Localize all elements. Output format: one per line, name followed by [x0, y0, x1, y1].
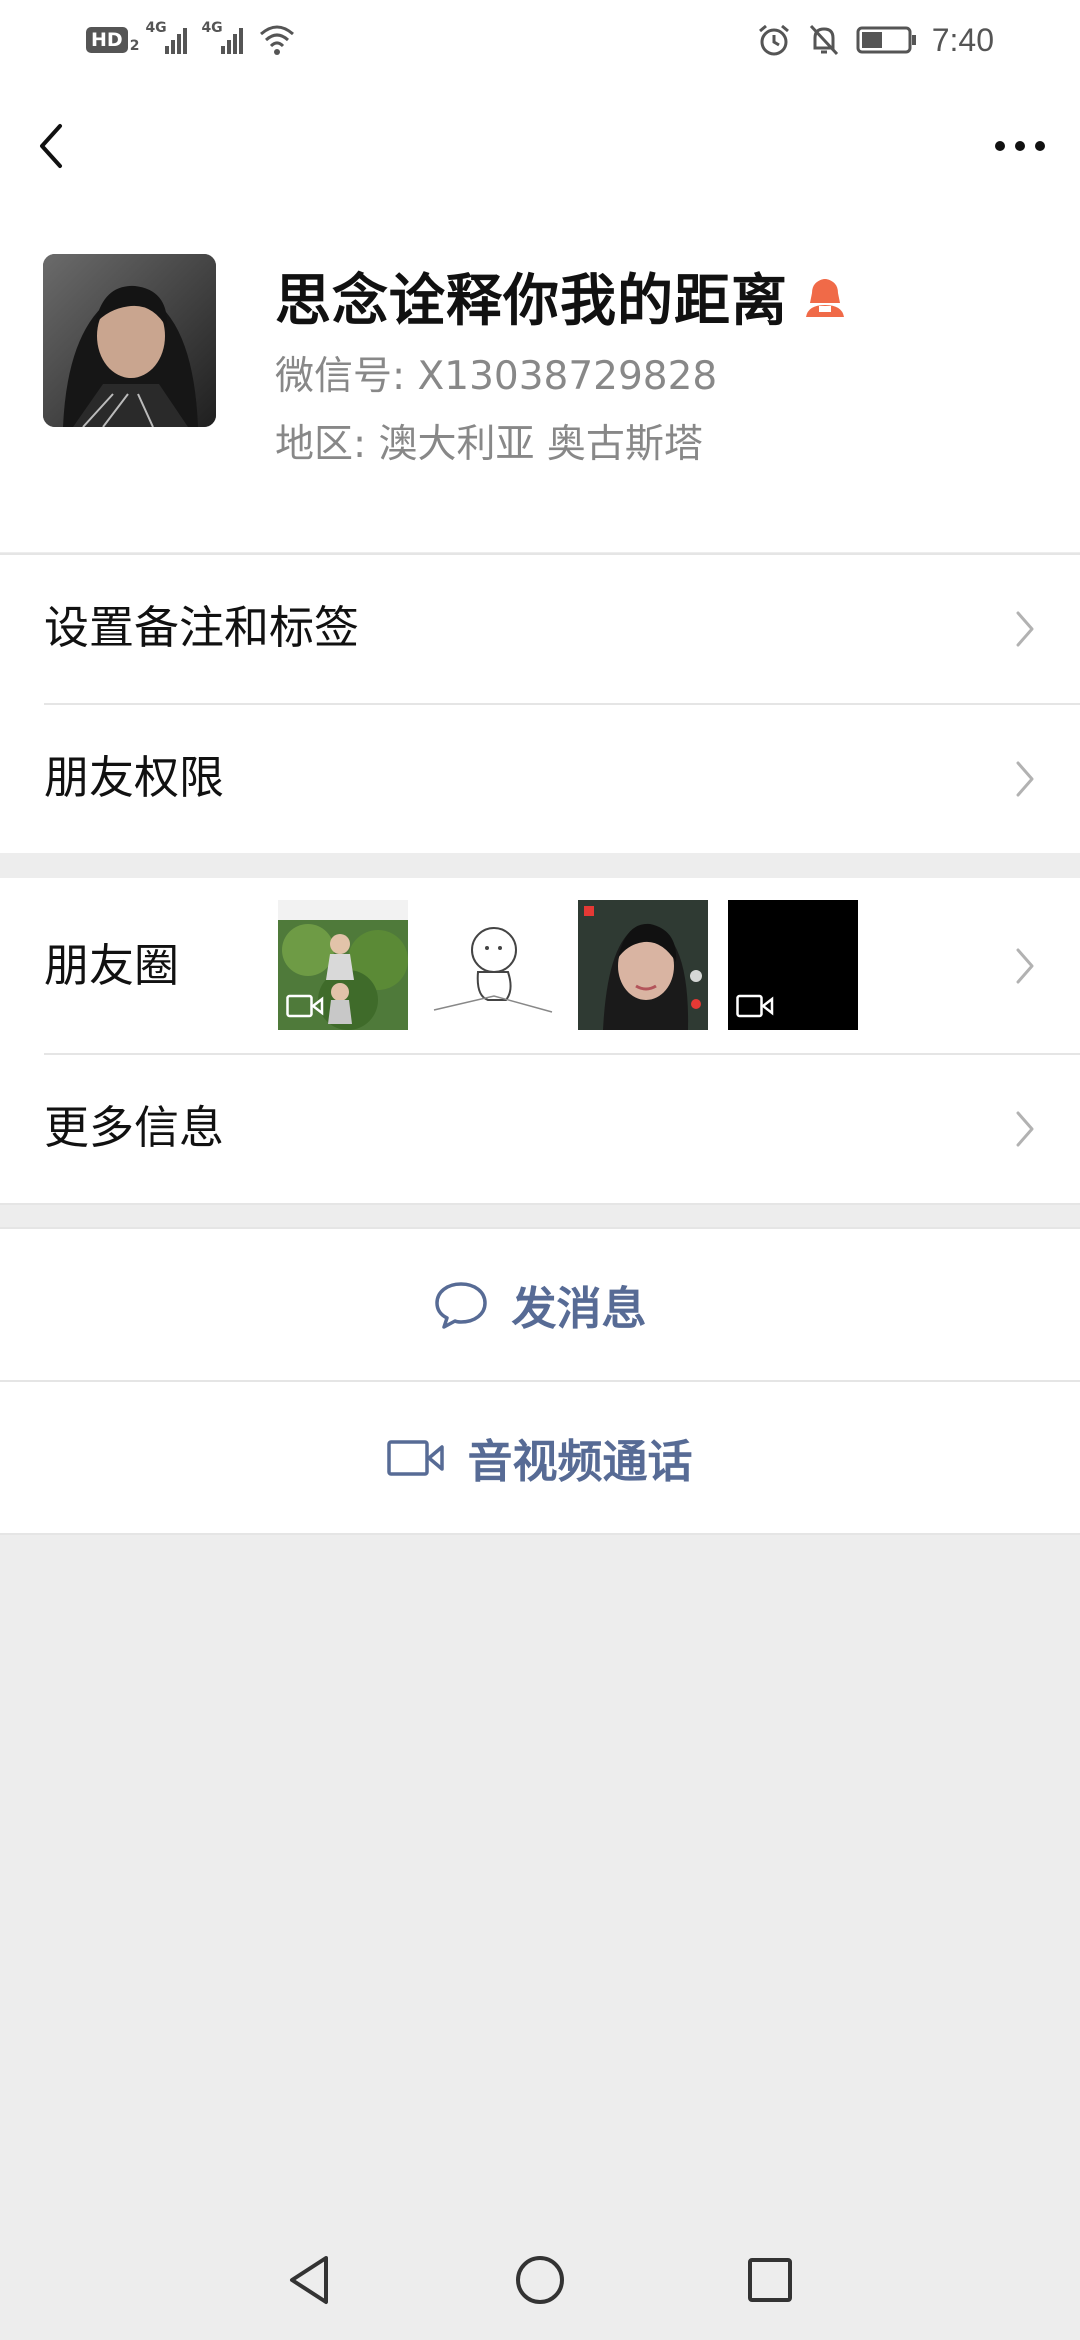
moments-row[interactable]: 朋友圈: [0, 878, 1080, 1053]
top-nav-bar: [0, 80, 1080, 210]
moments-thumbnail[interactable]: [728, 900, 858, 1030]
audio-video-call-label: 音视频通话: [467, 1435, 693, 1488]
name-row: 思念诠释你我的距离: [275, 260, 848, 334]
system-recents-button[interactable]: [740, 2250, 800, 2310]
row-label: 朋友权限: [44, 751, 225, 804]
chevron-right-icon: [1016, 761, 1034, 797]
contact-name: 思念诠释你我的距离: [275, 268, 788, 334]
clock: 7:40: [931, 21, 994, 58]
mute-bell-icon: [809, 24, 838, 56]
system-navigation-bar: [0, 2220, 1080, 2340]
chevron-right-icon: [1016, 1111, 1034, 1147]
square-recents-icon: [748, 2258, 792, 2302]
alarm-icon: [758, 24, 789, 56]
battery-icon: [856, 26, 916, 54]
chevron-right-icon: [1016, 948, 1034, 984]
video-icon: [286, 994, 324, 1018]
info-group: 朋友圈 更多信息: [0, 878, 1080, 1205]
network-type-2: 4G: [201, 20, 223, 36]
set-remark-tags-row[interactable]: 设置备注和标签: [0, 553, 1080, 703]
moments-thumbnail[interactable]: [428, 900, 558, 1030]
row-label: 更多信息: [44, 1101, 225, 1154]
moments-thumbnails: [278, 900, 858, 1030]
more-info-row[interactable]: 更多信息: [0, 1053, 1080, 1203]
moments-thumbnail[interactable]: [278, 900, 408, 1030]
settings-group: 设置备注和标签 朋友权限: [0, 553, 1080, 853]
friend-permissions-row[interactable]: 朋友权限: [0, 703, 1080, 853]
status-right: 7:40: [756, 18, 994, 62]
circle-home-icon: [516, 2256, 564, 2304]
network-type-1: 4G: [145, 20, 167, 36]
chat-bubble-icon: [435, 1281, 488, 1329]
divider: [0, 1533, 1080, 1535]
wifi-icon: [260, 25, 295, 55]
status-left: HD 2 4G 4G: [86, 20, 297, 58]
video-camera-icon: [387, 1439, 445, 1476]
region: 地区: 澳大利亚 奥古斯塔: [275, 422, 703, 467]
row-label: 朋友圈: [44, 939, 180, 992]
chevron-right-icon: [1016, 611, 1034, 647]
more-horizontal-icon: [995, 141, 1045, 151]
divider: [0, 1203, 1080, 1205]
send-message-label: 发消息: [511, 1282, 647, 1335]
video-icon: [736, 994, 774, 1018]
signal-1-icon: 4G: [145, 20, 195, 58]
female-user-icon: [806, 279, 844, 317]
action-buttons: 发消息 音视频通话: [0, 1227, 1080, 1535]
moments-thumbnail[interactable]: [578, 900, 708, 1030]
back-button[interactable]: [30, 116, 80, 176]
status-bar: HD 2 4G 4G 7:40: [0, 0, 1080, 80]
hd-sim-number: 2: [129, 38, 140, 54]
wechat-id: 微信号: X13038729828: [275, 354, 718, 399]
profile-header: 思念诠释你我的距离 微信号: X13038729828 地区: 澳大利亚 奥古斯…: [0, 210, 1080, 552]
send-message-button[interactable]: 发消息: [0, 1229, 1080, 1380]
avatar[interactable]: [43, 254, 216, 427]
triangle-back-icon: [290, 2256, 328, 2304]
system-home-button[interactable]: [510, 2250, 570, 2310]
contact-profile-page: HD 2 4G 4G 7:40 思念诠释你我的距离 微信号: X13038729…: [0, 0, 1080, 2340]
row-label: 设置备注和标签: [44, 601, 360, 654]
system-back-button[interactable]: [280, 2250, 340, 2310]
audio-video-call-button[interactable]: 音视频通话: [0, 1382, 1080, 1533]
signal-2-icon: 4G: [201, 20, 251, 58]
more-options-button[interactable]: [988, 126, 1052, 166]
chevron-left-icon: [40, 124, 62, 168]
hd-badge: HD: [86, 27, 128, 53]
